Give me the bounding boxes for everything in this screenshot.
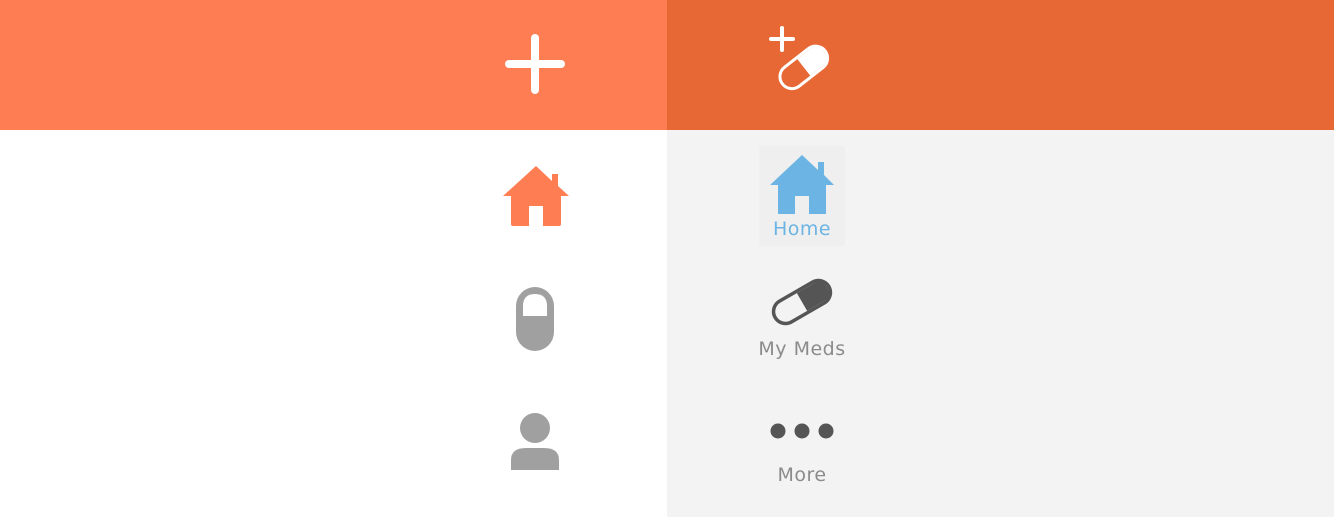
tab-home-label: Home (772, 218, 832, 240)
tab-home[interactable]: Home (747, 146, 857, 246)
more-dots-icon (770, 423, 834, 439)
plus-icon (505, 34, 565, 94)
sidebar-item-home[interactable] (499, 162, 573, 230)
pill-icon (516, 287, 554, 351)
left-header (0, 0, 667, 130)
add-medication-button[interactable] (765, 24, 837, 96)
tab-my-meds-label: My Meds (758, 338, 846, 360)
tab-more[interactable]: More (747, 400, 857, 500)
app-root: Home My Meds More (0, 0, 1334, 517)
right-header (667, 0, 1334, 130)
right-panel: Home My Meds More (667, 0, 1334, 517)
person-icon (511, 413, 559, 470)
add-medication-icon (769, 26, 830, 91)
left-panel (0, 0, 667, 517)
home-icon (770, 155, 834, 214)
sidebar-item-profile[interactable] (508, 410, 562, 474)
tab-more-label: More (777, 464, 827, 486)
add-button[interactable] (499, 28, 571, 100)
home-icon (503, 166, 569, 226)
pill-icon (771, 278, 833, 326)
sidebar-item-meds[interactable] (513, 284, 557, 354)
tab-my-meds[interactable]: My Meds (747, 268, 857, 368)
